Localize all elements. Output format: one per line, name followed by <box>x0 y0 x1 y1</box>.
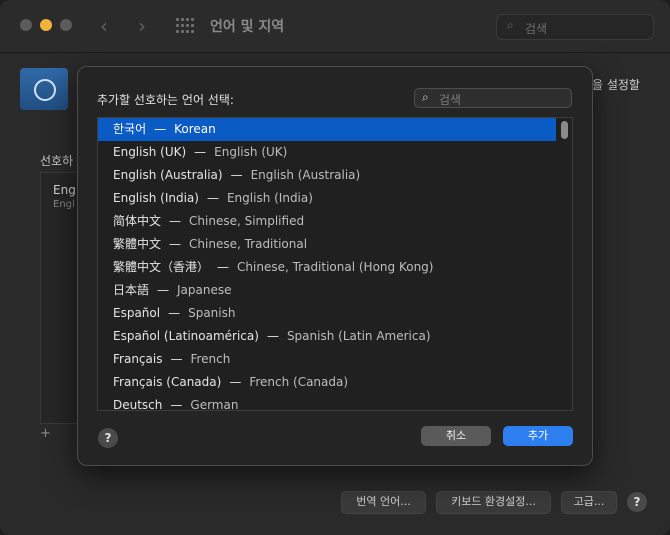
language-list-item[interactable]: Deutsch — German <box>98 394 556 411</box>
search-placeholder: 검색 <box>525 22 548 36</box>
grid-icon[interactable] <box>176 18 194 34</box>
help-icon[interactable]: ? <box>98 428 118 448</box>
language-list-item[interactable]: Français (Canada) — French (Canada) <box>98 371 556 394</box>
language-english-name: Chinese, Simplified <box>189 214 305 228</box>
maximize-window-button[interactable] <box>60 19 72 31</box>
language-list-item[interactable]: 한국어 — Korean <box>98 118 556 141</box>
language-separator: — <box>217 260 230 274</box>
preferred-languages-label: 선호하 <box>40 154 74 168</box>
language-native-name: English (UK) <box>113 145 187 159</box>
window-title: 언어 및 지역 <box>210 19 285 35</box>
language-list-item[interactable]: English (Australia) — English (Australia) <box>98 164 556 187</box>
language-english-name: Chinese, Traditional <box>189 237 308 251</box>
chevron-left-icon[interactable]: ‹ <box>100 14 108 38</box>
help-icon[interactable]: ? <box>627 492 647 512</box>
language-english-name: Japanese <box>177 283 232 297</box>
minimize-window-button[interactable] <box>40 19 52 31</box>
language-row-text: 简体中文 — Chinese, Simplified <box>113 210 304 233</box>
translation-languages-button[interactable]: 번역 언어... <box>341 491 426 514</box>
language-separator: — <box>170 398 183 411</box>
system-preferences-window: ‹ › 언어 및 지역 ⌕ 검색 을 설정할 선호하 Eng Engl + 번역… <box>0 0 670 535</box>
language-list-item[interactable]: 简体中文 — Chinese, Simplified <box>98 210 556 233</box>
language-row-text: Español — Spanish <box>113 302 235 325</box>
language-english-name: Chinese, Traditional (Hong Kong) <box>237 260 434 274</box>
language-row-text: 日本語 — Japanese <box>113 279 232 302</box>
language-row-text: Español (Latinoamérica) — Spanish (Latin A… <box>113 325 431 348</box>
language-row-text: English (Australia) — English (Australia) <box>113 164 360 187</box>
sheet-title: 추가할 선호하는 언어 선택: <box>97 93 234 107</box>
language-native-name: 日本語 <box>113 283 150 297</box>
language-english-name: English (India) <box>226 191 313 205</box>
language-row-text: Français — French <box>113 348 230 371</box>
chevron-right-icon[interactable]: › <box>138 14 146 38</box>
language-separator: — <box>229 375 242 389</box>
language-native-name: Español <box>113 306 161 320</box>
language-english-name: English (Australia) <box>250 168 361 182</box>
add-language-button[interactable]: + <box>40 426 64 442</box>
advanced-button[interactable]: 고급... <box>561 491 617 514</box>
language-separator: — <box>157 283 170 297</box>
close-window-button[interactable] <box>20 19 32 31</box>
language-native-name: Français <box>113 352 163 366</box>
language-search-input[interactable]: ⌕ 검색 <box>414 88 572 108</box>
language-separator: — <box>206 191 219 205</box>
language-native-name: 繁體中文（香港） <box>113 260 210 274</box>
language-english-name: German <box>190 398 239 411</box>
preferred-languages-list[interactable]: Eng Engl <box>40 172 82 424</box>
language-separator: — <box>170 352 183 366</box>
language-separator: — <box>266 329 279 343</box>
language-row-text: 한국어 — Korean <box>113 118 216 141</box>
language-native-name: 한국어 <box>113 122 147 136</box>
preferred-language-primary: Eng <box>53 183 76 197</box>
search-placeholder: 검색 <box>439 93 462 107</box>
language-native-name: English (Australia) <box>113 168 223 182</box>
language-english-name: French <box>190 352 231 366</box>
keyboard-preferences-button[interactable]: 키보드 환경설정... <box>436 491 551 514</box>
add-language-sheet: 추가할 선호하는 언어 선택: ⌕ 검색 한국어 — Korean English (… <box>77 66 593 466</box>
language-native-name: 繁體中文 <box>113 237 162 251</box>
language-list-item[interactable]: 日本語 — Japanese <box>98 279 556 302</box>
language-english-name: Spanish (Latin America) <box>286 329 431 343</box>
language-list[interactable]: 한국어 — Korean English (UK) — English (UK) Engli… <box>97 117 573 411</box>
language-separator: — <box>169 237 182 251</box>
language-list-item[interactable]: Français — French <box>98 348 556 371</box>
language-english-name: French (Canada) <box>249 375 349 389</box>
language-separator: — <box>230 168 243 182</box>
language-separator: — <box>154 122 167 136</box>
language-separator: — <box>168 306 181 320</box>
language-list-item[interactable]: 繁體中文（香港） — Chinese, Traditional (Hong Kong… <box>98 256 556 279</box>
language-list-item[interactable]: Español — Spanish <box>98 302 556 325</box>
cancel-button[interactable]: 취소 <box>421 426 491 446</box>
language-row-text: Deutsch — German <box>113 394 239 411</box>
language-english-name: Korean <box>174 122 216 136</box>
language-separator: — <box>169 214 182 228</box>
language-native-name: Français (Canada) <box>113 375 222 389</box>
add-button[interactable]: 추가 <box>503 426 573 446</box>
language-list-item[interactable]: English (India) — English (India) <box>98 187 556 210</box>
language-native-name: English (India) <box>113 191 199 205</box>
background-description: 을 설정할 <box>592 78 640 92</box>
search-icon: ⌕ <box>507 18 514 32</box>
language-native-name: Español (Latinoamérica) <box>113 329 259 343</box>
language-list-item[interactable]: 繁體中文 — Chinese, Traditional <box>98 233 556 256</box>
globe-flag-icon <box>20 68 68 110</box>
search-input[interactable]: ⌕ 검색 <box>496 14 654 40</box>
titlebar: ‹ › 언어 및 지역 ⌕ 검색 <box>0 0 670 53</box>
preferred-language-secondary: Engl <box>53 199 75 210</box>
language-native-name: 简体中文 <box>113 214 162 228</box>
language-list-item[interactable]: Español (Latinoamérica) — Spanish (Latin A… <box>98 325 556 348</box>
language-native-name: Deutsch <box>113 398 163 411</box>
scrollbar-thumb[interactable] <box>561 121 568 139</box>
language-separator: — <box>194 145 207 159</box>
language-row-text: Français (Canada) — French (Canada) <box>113 371 348 394</box>
language-english-name: English (UK) <box>214 145 288 159</box>
language-row-text: English (India) — English (India) <box>113 187 313 210</box>
language-row-text: English (UK) — English (UK) <box>113 141 287 164</box>
language-english-name: Spanish <box>188 306 236 320</box>
search-icon: ⌕ <box>422 90 429 104</box>
language-list-item[interactable]: English (UK) — English (UK) <box>98 141 556 164</box>
language-row-text: 繁體中文 — Chinese, Traditional <box>113 233 307 256</box>
language-row-text: 繁體中文（香港） — Chinese, Traditional (Hong Kong… <box>113 256 433 279</box>
